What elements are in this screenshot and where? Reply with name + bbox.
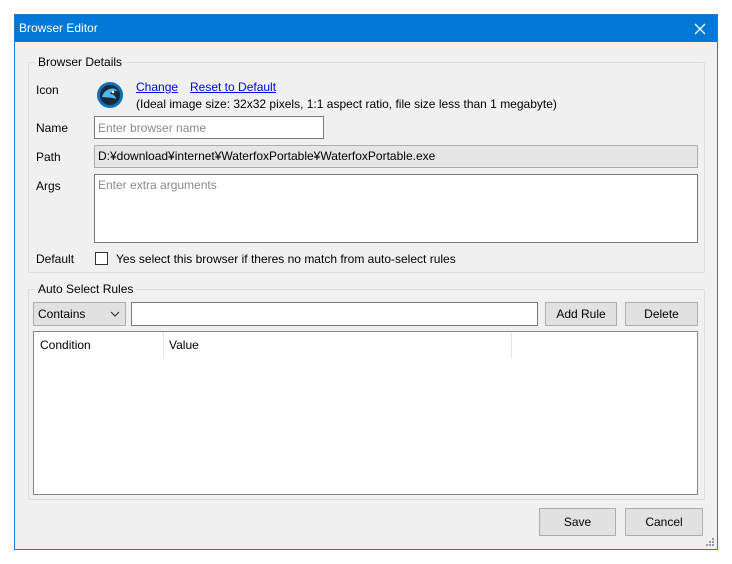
args-textarea[interactable] xyxy=(94,174,698,243)
default-browser-checkbox-text[interactable]: Yes select this browser if theres no mat… xyxy=(116,252,456,266)
close-button[interactable] xyxy=(683,15,717,42)
default-browser-checkbox[interactable] xyxy=(95,252,108,265)
browser-icon xyxy=(96,81,124,109)
icon-size-hint: (Ideal image size: 32x32 pixels, 1:1 asp… xyxy=(136,97,557,111)
add-rule-button[interactable]: Add Rule xyxy=(545,302,617,326)
column-separator xyxy=(511,332,512,358)
icon-label: Icon xyxy=(36,83,59,97)
window-title: Browser Editor xyxy=(19,21,98,35)
title-bar[interactable]: Browser Editor xyxy=(15,15,717,42)
browser-editor-window: Browser Editor Browser Details Icon Chan… xyxy=(14,14,718,550)
waterfox-icon xyxy=(97,82,123,108)
browser-path-field[interactable]: D:¥download¥internet¥WaterfoxPortable¥Wa… xyxy=(94,145,698,168)
match-type-selected: Contains xyxy=(38,307,86,321)
reset-to-default-link[interactable]: Reset to Default xyxy=(190,80,276,94)
rule-value-input[interactable] xyxy=(131,302,538,326)
cancel-button[interactable]: Cancel xyxy=(625,508,703,536)
auto-select-rules-group-label: Auto Select Rules xyxy=(35,282,137,296)
close-icon xyxy=(694,23,706,34)
column-header-condition[interactable]: Condition xyxy=(34,332,163,358)
path-label: Path xyxy=(36,150,61,164)
change-icon-link[interactable]: Change xyxy=(136,80,178,94)
browser-name-input[interactable] xyxy=(94,116,324,139)
resize-grip-icon[interactable] xyxy=(705,537,715,547)
save-button[interactable]: Save xyxy=(539,508,616,536)
browser-details-group-label: Browser Details xyxy=(35,55,126,69)
name-label: Name xyxy=(36,121,69,135)
args-label: Args xyxy=(36,179,61,193)
default-label: Default xyxy=(36,252,75,266)
chevron-down-icon xyxy=(110,311,120,317)
match-type-dropdown[interactable]: Contains xyxy=(33,302,126,326)
delete-rule-button[interactable]: Delete xyxy=(625,302,698,326)
rules-list[interactable]: Condition Value xyxy=(33,331,698,495)
column-header-value[interactable]: Value xyxy=(163,332,511,358)
